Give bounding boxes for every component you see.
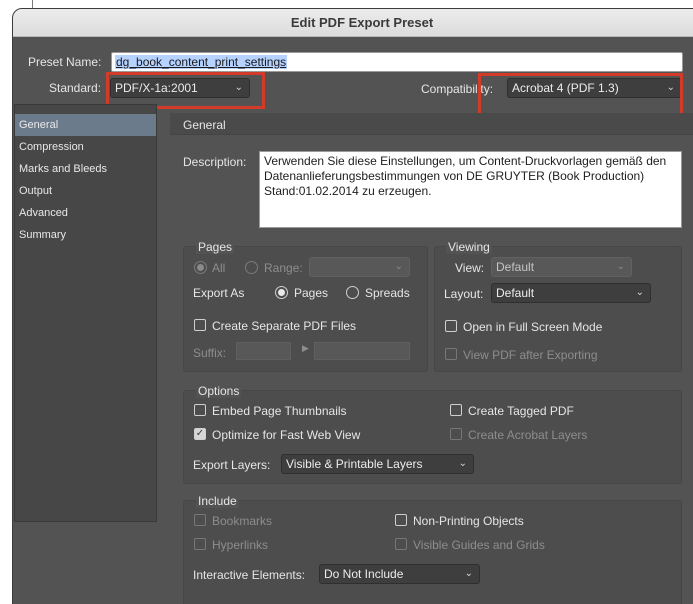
chevron-down-icon: ⌄ [464,568,473,579]
export-spreads-radio[interactable] [346,286,359,299]
standard-label: Standard: [49,81,102,95]
export-pages-label: Pages [294,286,329,300]
interactive-elements-label: Interactive Elements: [193,568,306,582]
acrobat-layers-checkbox[interactable] [450,428,462,440]
sidebar-item-marks-and-bleeds[interactable]: Marks and Bleeds [15,158,156,180]
range-label: Range: [264,261,303,275]
non-printing-checkbox[interactable] [395,514,407,526]
chevron-down-icon: ⌄ [635,287,644,298]
visible-guides-checkbox[interactable] [395,538,407,550]
bookmarks-checkbox[interactable] [194,514,206,526]
export-layers-label: Export Layers: [193,458,271,472]
tagged-pdf-checkbox[interactable] [450,404,462,416]
range-radio[interactable] [245,261,258,274]
embed-thumbnails-checkbox[interactable] [194,404,206,416]
interactive-elements-dropdown[interactable]: Do Not Include ⌄ [319,564,480,584]
optimize-web-checkbox[interactable]: ✓ [194,428,206,440]
all-pages-radio[interactable] [194,261,207,274]
view-after-export-label: View PDF after Exporting [463,348,598,362]
tagged-pdf-label: Create Tagged PDF [468,404,574,418]
sidebar-item-compression[interactable]: Compression [15,136,156,158]
preset-name-value: dg_book_content_print_settings [115,55,288,69]
section-header [170,113,693,135]
caret-right-icon: ▶ [302,343,309,353]
description-textarea[interactable]: Verwenden Sie diese Einstellungen, um Co… [259,151,682,228]
chevron-down-icon: ⌄ [616,261,625,272]
export-layers-dropdown[interactable]: Visible & Printable Layers ⌄ [281,454,474,474]
sidebar-item-advanced[interactable]: Advanced [15,202,156,224]
visible-guides-label: Visible Guides and Grids [413,538,545,552]
separate-pdf-label: Create Separate PDF Files [212,319,357,333]
export-pages-radio[interactable] [275,286,288,299]
sidebar-item-output[interactable]: Output [15,180,156,202]
suffix-field[interactable] [236,342,291,360]
view-after-export-checkbox[interactable] [445,348,457,360]
view-dropdown[interactable]: Default ⌄ [491,257,632,277]
acrobat-layers-label: Create Acrobat Layers [468,428,588,442]
sidebar-item-summary[interactable]: Summary [15,224,156,246]
optimize-web-label: Optimize for Fast Web View [212,428,361,442]
full-screen-label: Open in Full Screen Mode [463,320,603,334]
options-title: Options [196,384,242,398]
view-value: Default [496,260,535,274]
hyperlinks-label: Hyperlinks [212,538,269,552]
layout-dropdown[interactable]: Default ⌄ [491,283,651,303]
include-title: Include [196,494,239,508]
embed-thumbnails-label: Embed Page Thumbnails [212,404,347,418]
layout-label: Layout: [444,287,484,301]
export-as-label: Export As [193,286,245,300]
checkmark-icon: ✓ [195,428,205,439]
layout-value: Default [496,286,535,300]
interactive-elements-value: Do Not Include [324,567,404,581]
chevron-down-icon: ⌄ [394,261,403,272]
preset-name-label: Preset Name: [28,55,102,69]
export-layers-value: Visible & Printable Layers [286,457,423,471]
range-field[interactable]: ⌄ [309,257,410,277]
chevron-down-icon: ⌄ [458,458,467,469]
pages-title: Pages [196,240,235,254]
non-printing-label: Non-Printing Objects [413,514,524,528]
category-sidebar: General Compression Marks and Bleeds Out… [14,104,157,522]
viewing-title: Viewing [446,240,492,254]
description-label: Description: [183,155,247,169]
hyperlinks-checkbox[interactable] [194,538,206,550]
separate-pdf-checkbox[interactable] [194,319,206,331]
view-label: View: [455,261,485,275]
bookmarks-label: Bookmarks [212,514,273,528]
preset-name-field[interactable]: dg_book_content_print_settings [111,52,683,72]
full-screen-checkbox[interactable] [445,320,457,332]
suffix-token-field[interactable] [314,342,410,360]
all-pages-label: All [212,261,226,275]
window-title: Edit PDF Export Preset [13,9,693,37]
suffix-label: Suffix: [193,346,227,360]
export-spreads-label: Spreads [365,286,410,300]
section-title: General [183,118,226,132]
sidebar-item-general[interactable]: General [15,114,156,136]
